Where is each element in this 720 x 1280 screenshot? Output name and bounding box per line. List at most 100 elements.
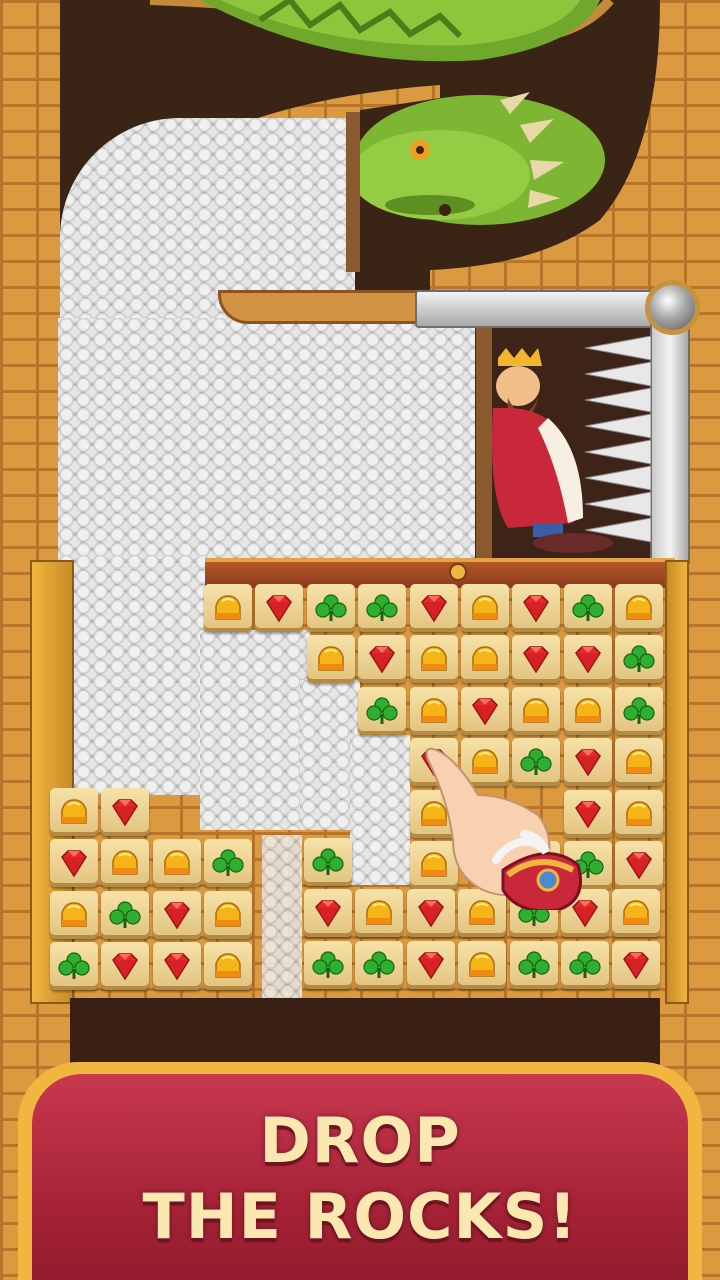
match-tile[interactable] xyxy=(612,889,661,938)
match-tile[interactable] xyxy=(563,635,612,684)
match-tile[interactable] xyxy=(355,889,404,938)
match-tile[interactable] xyxy=(615,635,664,684)
match-tile[interactable] xyxy=(255,584,304,632)
match-tile[interactable] xyxy=(204,890,253,939)
match-tile[interactable] xyxy=(101,942,150,991)
match-tile[interactable] xyxy=(50,942,98,991)
match-tile[interactable] xyxy=(355,940,404,989)
match-tile[interactable] xyxy=(409,635,458,684)
ruby-gem-icon xyxy=(523,595,550,623)
match-tile[interactable] xyxy=(409,686,458,735)
match-tile[interactable] xyxy=(612,940,661,989)
pit-floor xyxy=(70,998,660,1068)
match-tile[interactable] xyxy=(152,839,201,888)
match-tile[interactable] xyxy=(304,889,352,938)
match-tile[interactable] xyxy=(50,890,98,939)
match-tile[interactable] xyxy=(306,584,355,632)
crown-gem-icon xyxy=(472,595,498,620)
ruby-gem-icon xyxy=(163,953,190,981)
clover-gem-icon xyxy=(58,952,90,980)
metal-pin-icon[interactable] xyxy=(645,280,700,335)
headline-line-2: THE ROCKS! xyxy=(142,1180,578,1253)
match-tile[interactable] xyxy=(50,788,98,836)
crown-gem-icon xyxy=(61,799,87,824)
match-tile[interactable] xyxy=(461,635,509,684)
crown-gem-icon xyxy=(626,749,652,774)
match-tile[interactable] xyxy=(512,635,561,684)
pin-bar-vertical xyxy=(650,320,690,564)
match-tile[interactable] xyxy=(204,839,253,888)
match-tile[interactable] xyxy=(615,738,664,787)
clover-gem-icon xyxy=(623,697,655,724)
rock-pile-main xyxy=(58,318,475,558)
match-tile[interactable] xyxy=(101,890,150,939)
crown-gem-icon xyxy=(215,902,241,927)
match-tile[interactable] xyxy=(358,635,407,684)
wooden-post xyxy=(346,112,360,272)
crown-gem-icon xyxy=(626,595,652,620)
match-tile[interactable] xyxy=(152,890,201,939)
match-tile[interactable] xyxy=(512,584,561,632)
stone-ledge xyxy=(218,290,424,324)
match-tile[interactable] xyxy=(563,686,612,735)
match-tile[interactable] xyxy=(101,839,150,888)
match-tile[interactable] xyxy=(358,584,407,632)
match-tile[interactable] xyxy=(358,686,407,735)
match-tile[interactable] xyxy=(561,940,609,989)
match-tile[interactable] xyxy=(615,584,664,632)
clover-gem-icon xyxy=(312,951,344,978)
ruby-gem-icon xyxy=(417,952,444,980)
match-tile[interactable] xyxy=(563,584,612,632)
promo-banner: DROP THE ROCKS! xyxy=(18,1062,702,1280)
match-tile[interactable] xyxy=(101,788,150,836)
match-tile[interactable] xyxy=(512,686,561,735)
crown-gem-icon xyxy=(215,595,241,620)
ruby-gem-icon xyxy=(112,799,139,827)
match-tile[interactable] xyxy=(509,940,558,989)
crown-gem-icon xyxy=(623,900,650,926)
match-tile[interactable] xyxy=(461,584,509,632)
crown-gem-icon xyxy=(626,800,652,826)
ruby-gem-icon xyxy=(420,595,447,623)
match-tile[interactable] xyxy=(50,839,98,888)
pin-bar[interactable] xyxy=(415,290,664,328)
crown-gem-icon xyxy=(318,646,344,672)
dragon-head xyxy=(350,92,605,225)
ruby-gem-icon xyxy=(112,953,139,981)
ruby-gem-icon xyxy=(266,595,293,623)
match-tile[interactable] xyxy=(458,940,507,989)
match-tile[interactable] xyxy=(306,635,355,684)
ruby-gem-icon xyxy=(163,902,190,930)
clover-gem-icon xyxy=(363,951,395,978)
ruby-gem-icon xyxy=(315,900,341,928)
crown-gem-icon xyxy=(469,952,495,977)
clover-gem-icon xyxy=(623,645,655,673)
rock-pile-upper xyxy=(60,118,355,318)
match-tile[interactable] xyxy=(615,789,664,838)
match-tile[interactable] xyxy=(409,584,458,632)
match-tile[interactable] xyxy=(461,686,509,735)
crown-gem-icon xyxy=(366,900,393,926)
ruby-gem-icon xyxy=(472,698,498,726)
king xyxy=(492,348,613,553)
clover-gem-icon xyxy=(315,594,347,621)
match-tile[interactable] xyxy=(406,940,455,989)
clover-gem-icon xyxy=(572,594,604,621)
floor-emblem xyxy=(449,563,467,581)
crown-gem-icon xyxy=(575,698,601,723)
match-tile[interactable] xyxy=(615,686,664,735)
clover-gem-icon xyxy=(312,848,344,875)
tile-block-left xyxy=(50,788,260,998)
crown-gem-icon xyxy=(472,646,498,672)
match-tile[interactable] xyxy=(304,940,352,989)
match-tile[interactable] xyxy=(204,584,252,632)
crown-gem-icon xyxy=(61,902,87,927)
ruby-gem-icon xyxy=(574,646,601,674)
clover-gem-icon xyxy=(109,901,141,928)
match-tile[interactable] xyxy=(152,942,201,991)
match-tile[interactable] xyxy=(304,838,352,886)
crown-gem-icon xyxy=(420,646,447,672)
match-tile[interactable] xyxy=(204,942,253,991)
ruby-gem-icon xyxy=(523,646,550,674)
pointing-hand-icon xyxy=(425,747,582,910)
